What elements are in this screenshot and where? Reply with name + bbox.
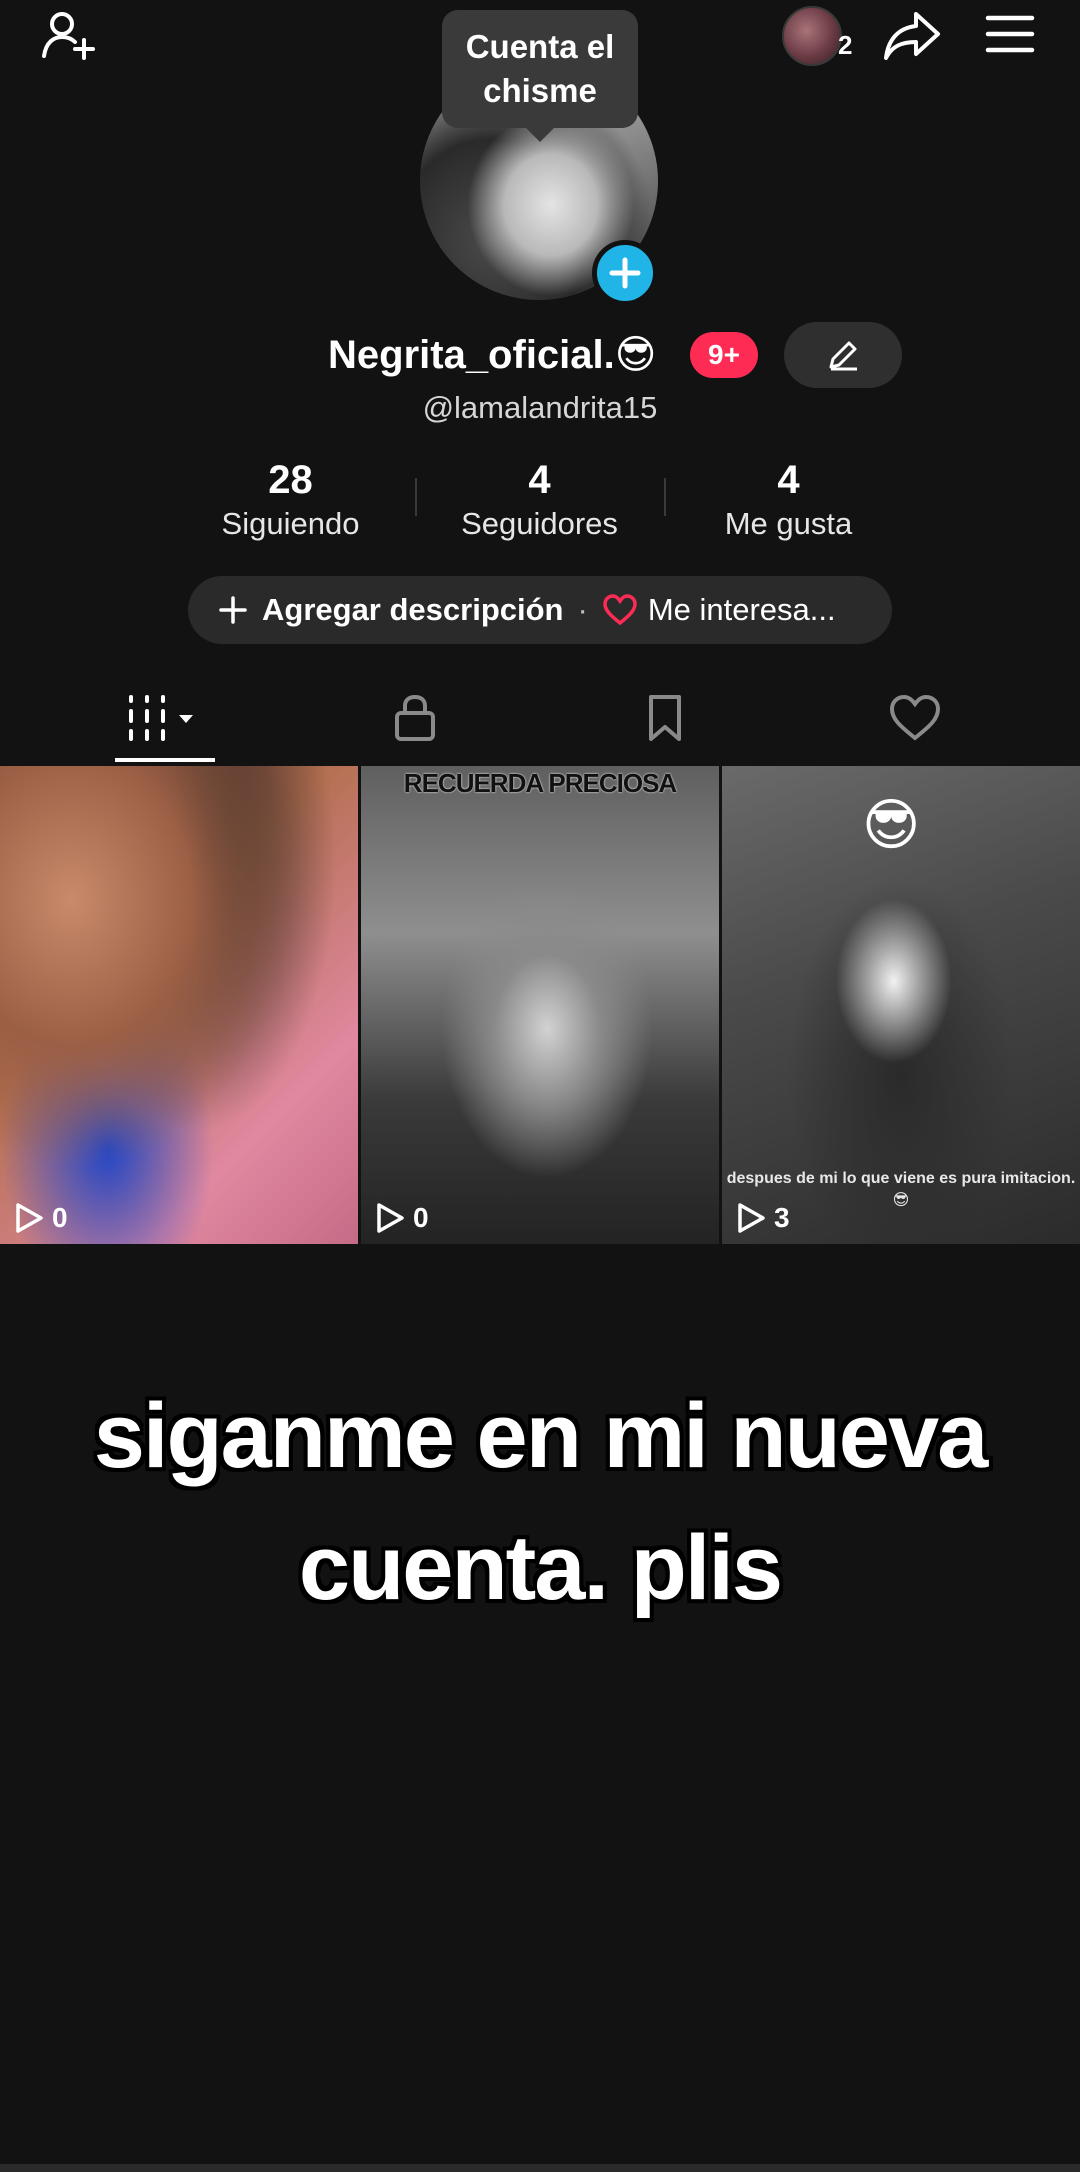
stat-following[interactable]: 28 Siguiendo [166,456,415,542]
plus-icon [609,257,641,289]
lock-icon [395,694,435,741]
tab-saved[interactable] [605,690,725,746]
menu-icon[interactable] [984,14,1036,54]
video-thumbnail[interactable]: RECUERDA PRECIOSA 0 [361,766,719,1244]
story-count: 2 [838,30,853,60]
stat-value: 4 [528,458,551,502]
active-tab-indicator [115,758,215,762]
profile-screen: 2 Cuenta el chisme Negrita_oficial.😎 9+ [0,0,1080,2172]
stat-label: Seguidores [461,506,618,541]
tab-private[interactable] [355,690,475,746]
share-icon[interactable] [882,8,942,64]
interests-label: Me interesa... [647,592,836,627]
tooltip-bubble[interactable]: Cuenta el chisme [442,10,638,142]
username: @lamalandrita15 [422,390,658,425]
stat-label: Me gusta [724,506,853,541]
separator-dot: · [577,592,588,627]
grid-videos-icon [129,695,193,741]
stat-label: Siguiendo [221,506,360,541]
overlay-caption: siganme en mi nueva cuenta. plis [93,1385,989,1619]
story-avatar[interactable] [782,6,842,66]
video-caption: RECUERDA PRECIOSA [403,768,677,798]
add-description-label: Agregar descripción [262,592,564,627]
play-count-value: 0 [52,1202,68,1233]
display-name: Negrita_oficial.😎 [328,333,657,377]
heart-icon [889,694,941,741]
add-story-button[interactable] [592,240,658,306]
stat-value: 28 [268,458,313,502]
bottom-divider [0,2164,1080,2172]
play-count: 3 [736,1202,790,1234]
stats-row: 28 Siguiendo 4 Seguidores 4 Me gusta [166,456,914,542]
profile-tabs [0,670,1080,762]
play-count-value: 3 [774,1202,790,1233]
stat-value: 4 [777,458,800,502]
edit-profile-button[interactable] [784,322,902,388]
stat-followers[interactable]: 4 Seguidores [415,456,664,542]
name-row: Negrita_oficial.😎 9+ [0,322,1080,388]
play-count: 0 [14,1202,68,1234]
play-icon [16,1203,43,1233]
heart-icon [603,594,637,626]
video-grid: 0 RECUERDA PRECIOSA 0 😎 despues de mi lo… [0,766,1080,1244]
video-emoji: 😎 [862,793,921,856]
pencil-icon [829,341,857,371]
stat-likes[interactable]: 4 Me gusta [664,456,913,542]
play-icon [377,1203,404,1233]
notification-badge[interactable]: 9+ [690,332,758,378]
tab-liked[interactable] [855,690,975,746]
tab-videos[interactable] [105,690,225,746]
video-thumbnail[interactable]: 0 [0,766,358,1244]
add-friend-icon[interactable] [40,6,100,66]
play-count: 0 [375,1202,429,1234]
bookmark-icon [649,695,681,741]
play-count-value: 0 [413,1202,429,1233]
add-description-button[interactable]: Agregar descripción · Me interesa... [188,576,892,644]
video-thumbnail[interactable]: 😎 despues de mi lo que viene es pura imi… [722,766,1080,1244]
play-icon [738,1203,765,1233]
plus-icon [219,596,247,624]
